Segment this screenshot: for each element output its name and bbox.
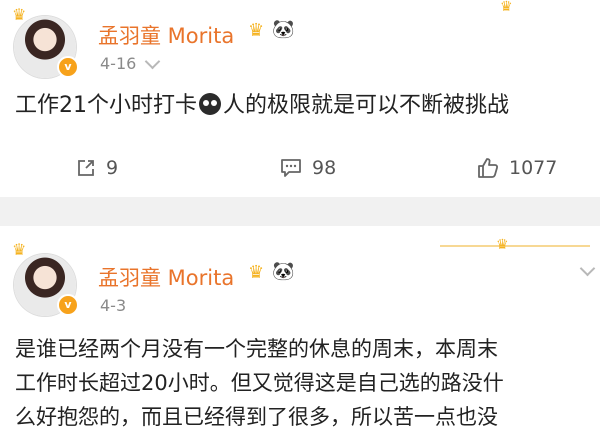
post-date[interactable]: 4-16 [100,54,136,73]
comment-icon [281,159,301,177]
username[interactable]: 孟羽童 Morita [98,262,234,292]
post-text-line: 工作时长超过20小时。但又觉得这是自己选的路没什 [15,371,504,395]
post-text-line: 是谁已经两个月没有一个完整的休息的周末，本周末 [15,337,498,361]
share-button[interactable]: 9 [76,157,118,179]
crown-badge-icon: ♛ [248,262,265,283]
crown-decoration-icon: ♛ [496,237,509,253]
crown-badge-icon: ♛ [248,20,265,41]
verified-badge-icon: v [57,56,79,78]
comment-count: 98 [312,157,337,179]
share-count: 9 [106,157,119,179]
post-text-part2: 人的极限就是可以不断被挑战 [223,93,510,118]
crown-icon: ♛ [12,5,27,24]
post-date[interactable]: 4-3 [100,296,126,315]
post-text: 工作21个小时打卡 人的极限就是可以不断被挑战 [15,92,509,120]
like-button[interactable]: 1077 [477,157,557,179]
thumbs-up-icon [478,158,499,178]
weibo-post-card: ♛ v ♛ 孟羽童 Morita ♛ 🐼 4-16 工作21个小时打卡 人的极限就… [0,0,600,197]
panda-badge-icon: 🐼 [272,19,295,40]
crown-icon: ♛ [12,240,27,259]
share-icon [78,160,94,176]
chevron-down-icon[interactable] [144,53,161,70]
comment-button[interactable]: 98 [280,157,336,179]
black-face-emoji-icon [199,93,221,115]
weibo-post-card: ♛ v ♛ 孟羽童 Morita ♛ 🐼 4-3 是谁已经两个月没有一个完整的休… [0,226,600,441]
post-text-line: 么好抱怨的，而且已经得到了很多，所以苦一点也没 [15,405,498,429]
username[interactable]: 孟羽童 Morita [98,20,234,50]
chevron-down-icon[interactable] [579,260,596,277]
decorative-divider [520,245,590,247]
post-text-part1: 工作21个小时打卡 [15,93,197,118]
panda-badge-icon: 🐼 [272,261,295,282]
like-count: 1077 [509,157,558,179]
crown-decoration-icon: ♛ [500,0,513,15]
verified-badge-icon: v [57,294,79,316]
